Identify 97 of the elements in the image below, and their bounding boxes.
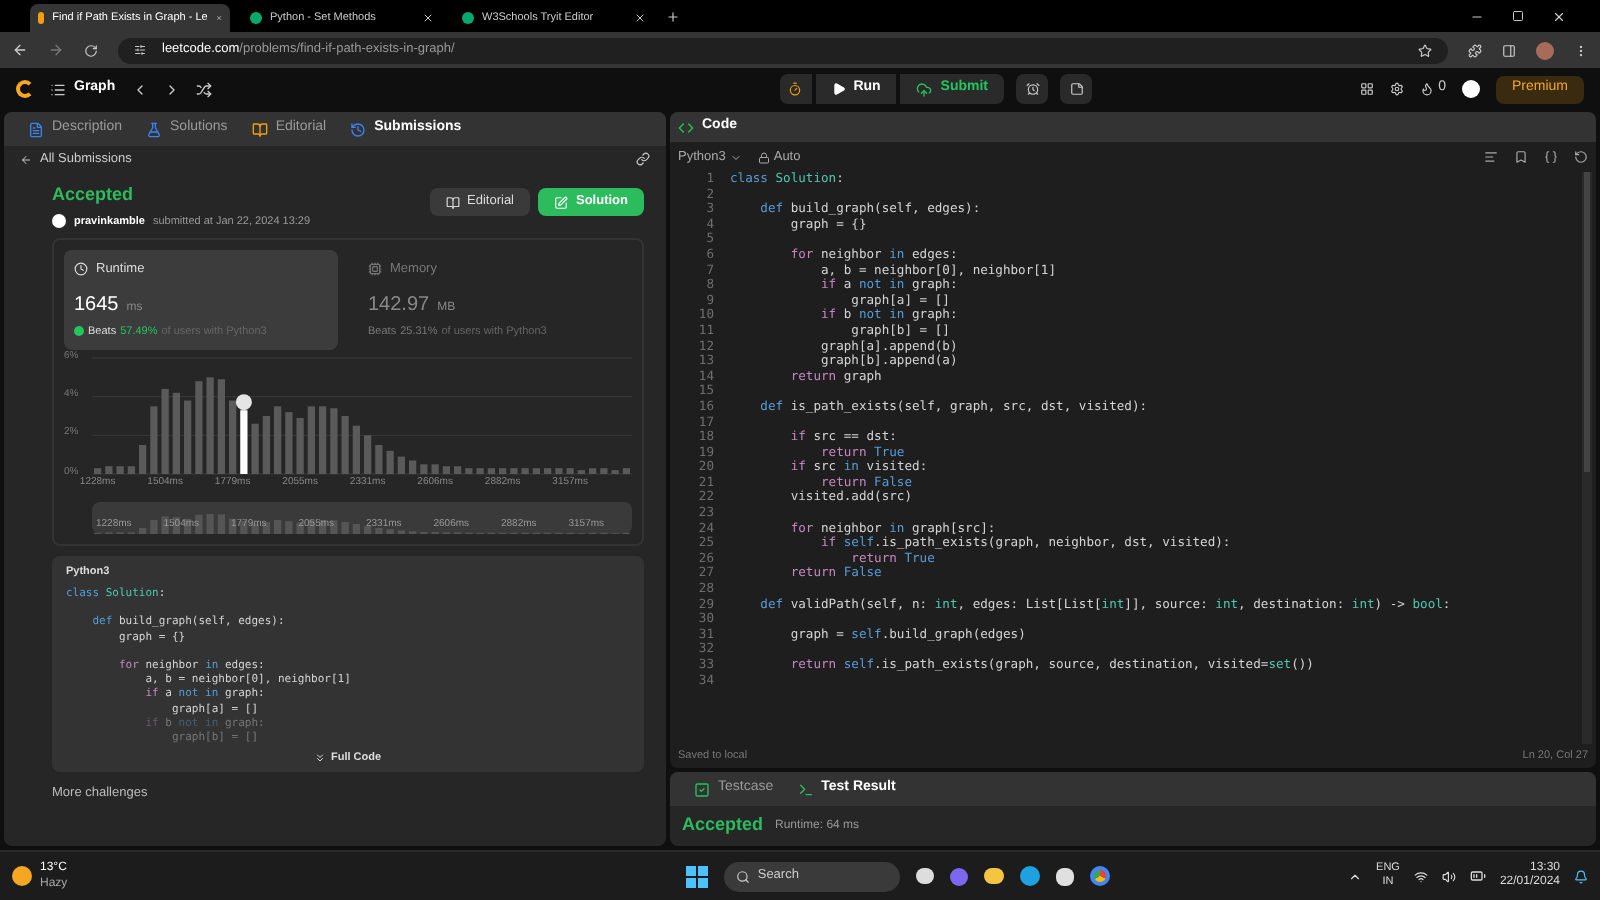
tab-icon [28,121,44,137]
histogram-bar [510,467,518,474]
edit-icon [554,195,568,209]
beats-badge-icon [74,326,84,337]
tab-icon [146,121,163,137]
histogram-bar [521,467,529,474]
result-status: Accepted [682,812,764,839]
submission-status: Accepted [52,182,136,208]
histogram-bar [454,465,462,474]
extensions-icon[interactable] [1468,43,1482,57]
histogram-bar [499,467,507,474]
histogram-bar [274,405,282,474]
stat-icon [368,262,382,277]
alarm-clock-icon[interactable] [1025,82,1040,96]
link-icon[interactable] [636,152,650,166]
reset-icon[interactable] [1574,150,1588,164]
histogram-bar [532,467,540,474]
maximize-icon[interactable] [1512,10,1524,22]
play-icon [831,82,846,96]
histogram-bar [240,409,248,474]
stat-value: 142.97 [368,291,430,319]
settings-icon[interactable] [1390,82,1405,96]
histogram-bar [600,467,608,474]
histogram-bar [476,467,484,474]
histogram-bar [139,444,147,474]
profile-avatar[interactable] [1536,41,1554,59]
tab-icon [694,781,710,797]
histogram-bar [611,469,619,474]
reload-icon[interactable] [84,43,98,57]
back-icon[interactable] [12,42,28,58]
histogram-bar [487,467,495,474]
histogram-bar [262,415,270,474]
tab-icon [797,781,814,797]
stat-value: 1645 [74,291,119,319]
histogram-bar [319,405,327,474]
shuffle-icon[interactable] [195,81,212,97]
stat-icon [74,262,88,277]
histogram-bar [172,392,180,474]
histogram-bar [364,434,372,474]
book-icon [445,195,460,209]
histogram-bar [409,459,417,474]
back-arrow-icon[interactable] [20,153,32,165]
histogram-bar [397,456,405,474]
close-icon[interactable] [1552,10,1566,24]
site-info-icon [134,44,146,56]
histogram-bar [442,465,450,474]
tab-icon [251,121,268,137]
tab-icon [350,121,367,137]
chevron-down-icon [729,151,742,163]
menu-icon[interactable] [1574,43,1588,57]
user-avatar [52,214,66,229]
braces-icon[interactable] [1544,150,1558,164]
histogram-bar [465,467,473,474]
histogram-bar [127,465,135,474]
list-icon[interactable] [50,81,66,97]
scrollbar[interactable] [1582,172,1592,744]
windows-start-icon[interactable] [685,865,708,887]
chevron-up-icon[interactable] [1348,869,1363,883]
upload-cloud-icon [916,81,933,97]
histogram-bar [184,400,192,474]
user-avatar[interactable] [1462,80,1480,98]
bookmark-icon[interactable] [1514,150,1528,164]
histogram-bar [577,469,585,474]
lock-icon [757,151,770,163]
histogram-bar [94,467,102,474]
notification-icon[interactable] [1574,869,1588,883]
histogram-bar [566,467,574,474]
flame-icon [1420,82,1435,96]
minimize-icon[interactable] [1470,10,1484,24]
layout-icon[interactable] [1360,82,1375,96]
histogram-bar [555,467,563,474]
close-icon[interactable] [422,12,434,24]
histogram-bar [217,378,225,474]
wifi-icon[interactable] [1413,869,1428,883]
histogram-bar [589,467,597,474]
forward-icon[interactable] [48,42,64,58]
logo-icon[interactable] [16,80,34,98]
format-icon[interactable] [1484,150,1498,164]
search-icon [735,869,750,883]
histogram-bar [352,425,360,474]
volume-icon[interactable] [1441,869,1456,883]
site-icon [38,12,45,24]
histogram-bar [307,405,315,474]
side-panel-icon[interactable] [1502,43,1516,57]
runtime-marker [235,393,252,410]
site-icon [462,12,474,24]
code-icon [678,119,694,135]
histogram-bar [622,467,630,474]
histogram-bar [229,400,237,474]
histogram-bar [251,423,259,474]
site-icon [250,12,262,24]
bookmark-star-icon[interactable] [1418,43,1432,57]
battery-icon[interactable] [1469,868,1486,884]
histogram-bar [544,467,552,474]
close-icon[interactable] [634,12,646,24]
new-tab-icon[interactable] [666,10,680,24]
note-icon[interactable] [1069,82,1084,96]
